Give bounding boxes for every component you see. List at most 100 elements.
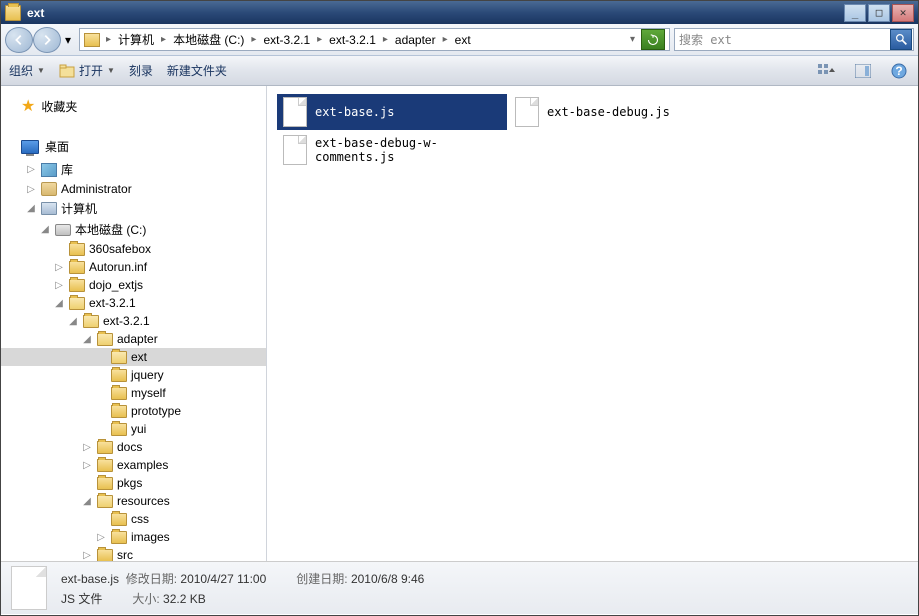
tree-label: 本地磁盘 (C:) bbox=[75, 221, 146, 238]
refresh-button[interactable] bbox=[641, 29, 665, 50]
svg-text:?: ? bbox=[895, 64, 902, 78]
tree-item-admin[interactable]: ▷ Administrator bbox=[1, 180, 266, 198]
collapse-toggle[interactable]: ◢ bbox=[81, 333, 93, 345]
search-button[interactable] bbox=[890, 29, 912, 50]
minimize-button[interactable]: _ bbox=[844, 4, 866, 22]
tree-label: 计算机 bbox=[61, 200, 97, 217]
tree-item[interactable]: ◢adapter bbox=[1, 330, 266, 348]
navigation-tree[interactable]: ★ 收藏夹 桌面 ▷库 ▷ Administrator ◢ 计算机 ◢ 本地磁盘 (C… bbox=[1, 86, 267, 561]
tree-item[interactable]: ▷360safebox bbox=[1, 240, 266, 258]
crumb-folder[interactable]: ext-3.2.1 bbox=[326, 32, 379, 48]
chevron-right-icon[interactable]: ▸ bbox=[441, 34, 450, 45]
tree-item[interactable]: ▷myself bbox=[1, 384, 266, 402]
maximize-button[interactable]: □ bbox=[868, 4, 890, 22]
collapse-toggle[interactable]: ◢ bbox=[25, 203, 37, 215]
tree-item[interactable]: ▷docs bbox=[1, 438, 266, 456]
favorites-section[interactable]: ★ 收藏夹 bbox=[1, 92, 266, 120]
tree-label: ext bbox=[131, 350, 147, 364]
expand-toggle[interactable]: ▷ bbox=[53, 279, 65, 291]
tree-label: myself bbox=[131, 386, 166, 400]
preview-pane-button[interactable] bbox=[852, 60, 874, 82]
tree-item-ext[interactable]: ▷ext bbox=[1, 348, 266, 366]
collapse-toggle[interactable]: ◢ bbox=[53, 297, 65, 309]
tree-item[interactable]: ◢ext-3.2.1 bbox=[1, 312, 266, 330]
tree-item-computer[interactable]: ◢ 计算机 bbox=[1, 198, 266, 219]
address-bar[interactable]: ▸ 计算机 ▸ 本地磁盘 (C:) ▸ ext-3.2.1 ▸ ext-3.2.… bbox=[79, 28, 670, 51]
tree-label: yui bbox=[131, 422, 146, 436]
tree-item-disk-c[interactable]: ◢ 本地磁盘 (C:) bbox=[1, 219, 266, 240]
nav-history-dropdown[interactable]: ▾ bbox=[61, 27, 75, 53]
search-box[interactable] bbox=[674, 28, 914, 51]
search-input[interactable] bbox=[679, 33, 890, 47]
tree-item[interactable]: ▷ dojo_extjs bbox=[1, 276, 266, 294]
detail-filetype: JS 文件 bbox=[61, 592, 102, 606]
back-button[interactable] bbox=[5, 27, 33, 53]
tree-item[interactable]: ▷pkgs bbox=[1, 474, 266, 492]
new-folder-button[interactable]: 新建文件夹 bbox=[167, 62, 227, 79]
tree-item[interactable]: ▷ Autorun.inf bbox=[1, 258, 266, 276]
collapse-toggle[interactable]: ◢ bbox=[67, 315, 79, 327]
file-item[interactable]: ext-base-debug.js bbox=[509, 94, 739, 130]
chevron-right-icon[interactable]: ▸ bbox=[104, 34, 113, 45]
tree-label: Administrator bbox=[61, 182, 132, 196]
forward-button[interactable] bbox=[33, 27, 61, 53]
organize-menu[interactable]: 组织▼ bbox=[9, 62, 45, 79]
details-pane: ext-base.js 修改日期: 2010/4/27 11:00 创建日期: … bbox=[1, 562, 918, 614]
star-icon: ★ bbox=[21, 96, 35, 116]
expand-toggle[interactable]: ▷ bbox=[81, 549, 93, 561]
crumb-folder[interactable]: ext-3.2.1 bbox=[260, 32, 313, 48]
chevron-right-icon[interactable]: ▸ bbox=[315, 34, 324, 45]
file-thumbnail bbox=[11, 566, 47, 610]
expand-toggle[interactable]: ▷ bbox=[81, 459, 93, 471]
tree-label: Autorun.inf bbox=[89, 260, 147, 274]
tree-label: resources bbox=[117, 494, 170, 508]
chevron-right-icon[interactable]: ▸ bbox=[381, 34, 390, 45]
tree-item[interactable]: ▷css bbox=[1, 510, 266, 528]
tree-item[interactable]: ▷jquery bbox=[1, 366, 266, 384]
tree-item[interactable]: ▷prototype bbox=[1, 402, 266, 420]
tree-item[interactable]: ▷yui bbox=[1, 420, 266, 438]
window-titlebar: ext _ □ ✕ bbox=[1, 1, 918, 24]
close-button[interactable]: ✕ bbox=[892, 4, 914, 22]
crumb-folder[interactable]: ext bbox=[452, 32, 474, 48]
file-item[interactable]: ext-base-debug-w-comments.js bbox=[277, 132, 507, 168]
folder-icon bbox=[84, 33, 100, 47]
folder-open-icon bbox=[111, 351, 127, 364]
file-label: ext-base.js bbox=[315, 105, 394, 119]
expand-toggle[interactable]: ▷ bbox=[95, 531, 107, 543]
tree-item[interactable]: ◢ext-3.2.1 bbox=[1, 294, 266, 312]
chevron-right-icon[interactable]: ▸ bbox=[249, 34, 258, 45]
crumb-folder[interactable]: adapter bbox=[392, 32, 439, 48]
crumb-computer[interactable]: 计算机 bbox=[115, 30, 157, 49]
breadcrumb: ▸ 计算机 ▸ 本地磁盘 (C:) ▸ ext-3.2.1 ▸ ext-3.2.… bbox=[104, 30, 474, 49]
tree-item[interactable]: ◢ resources bbox=[1, 492, 266, 510]
file-icon bbox=[515, 97, 539, 127]
tree-label: jquery bbox=[131, 368, 164, 382]
view-icon bbox=[818, 64, 836, 78]
expand-toggle[interactable]: ▷ bbox=[81, 441, 93, 453]
tree-item[interactable]: ▷src bbox=[1, 546, 266, 561]
folder-open-icon bbox=[97, 333, 113, 346]
crumb-disk[interactable]: 本地磁盘 (C:) bbox=[170, 30, 247, 49]
expand-toggle[interactable]: ▷ bbox=[25, 183, 37, 195]
help-button[interactable]: ? bbox=[888, 60, 910, 82]
tree-item[interactable]: ▷ images bbox=[1, 528, 266, 546]
collapse-toggle[interactable]: ◢ bbox=[39, 224, 51, 236]
file-item[interactable]: ext-base.js bbox=[277, 94, 507, 130]
open-menu[interactable]: 打开▼ bbox=[59, 62, 115, 79]
file-icon bbox=[283, 97, 307, 127]
burn-button[interactable]: 刻录 bbox=[129, 62, 153, 79]
expand-toggle[interactable]: ▷ bbox=[53, 261, 65, 273]
chevron-right-icon[interactable]: ▸ bbox=[159, 34, 168, 45]
view-options-button[interactable] bbox=[816, 60, 838, 82]
arrow-left-icon bbox=[12, 33, 26, 47]
tree-label: images bbox=[131, 530, 170, 544]
chevron-down-icon[interactable]: ▾ bbox=[628, 34, 637, 45]
expand-toggle[interactable]: ▷ bbox=[25, 164, 37, 176]
tree-item[interactable]: ▷examples bbox=[1, 456, 266, 474]
desktop-section[interactable]: 桌面 bbox=[1, 134, 266, 159]
tree-item-libraries[interactable]: ▷库 bbox=[1, 159, 266, 180]
tree-label: dojo_extjs bbox=[89, 278, 143, 292]
collapse-toggle[interactable]: ◢ bbox=[81, 495, 93, 507]
file-list-pane[interactable]: ext-base.js ext-base-debug.js ext-base-d… bbox=[267, 86, 918, 561]
